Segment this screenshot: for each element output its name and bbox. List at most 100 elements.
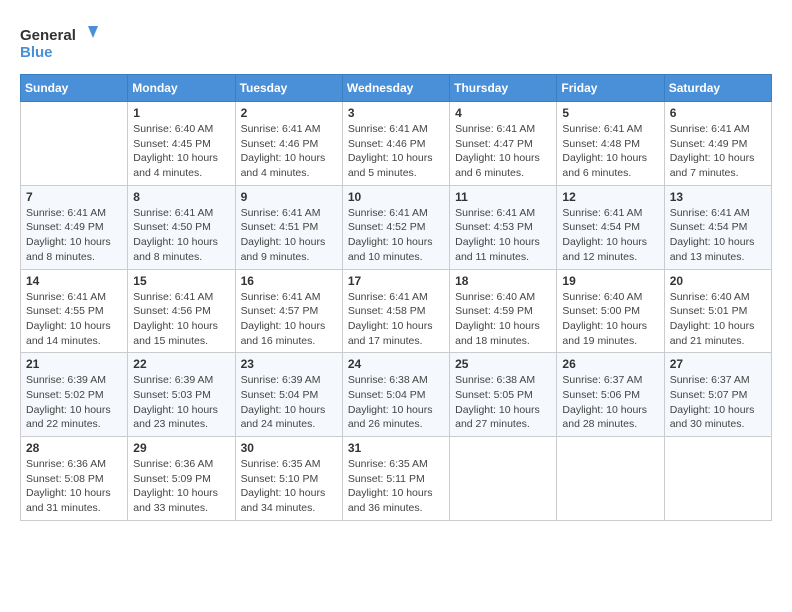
day-number: 30: [241, 441, 337, 455]
calendar-week-row: 28 Sunrise: 6:36 AMSunset: 5:08 PMDayligh…: [21, 437, 772, 521]
day-number: 26: [562, 357, 658, 371]
calendar-cell: 12 Sunrise: 6:41 AMSunset: 4:54 PMDayligh…: [557, 185, 664, 269]
calendar-cell: 1 Sunrise: 6:40 AMSunset: 4:45 PMDaylight…: [128, 102, 235, 186]
day-info: Sunrise: 6:35 AMSunset: 5:10 PMDaylight:…: [241, 457, 337, 516]
day-number: 6: [670, 106, 766, 120]
day-number: 17: [348, 274, 444, 288]
day-info: Sunrise: 6:37 AMSunset: 5:06 PMDaylight:…: [562, 373, 658, 432]
day-info: Sunrise: 6:41 AMSunset: 4:57 PMDaylight:…: [241, 290, 337, 349]
calendar-cell: 19 Sunrise: 6:40 AMSunset: 5:00 PMDayligh…: [557, 269, 664, 353]
calendar-cell: 3 Sunrise: 6:41 AMSunset: 4:46 PMDaylight…: [342, 102, 449, 186]
calendar-cell: 17 Sunrise: 6:41 AMSunset: 4:58 PMDayligh…: [342, 269, 449, 353]
day-number: 4: [455, 106, 551, 120]
day-number: 25: [455, 357, 551, 371]
day-info: Sunrise: 6:40 AMSunset: 5:01 PMDaylight:…: [670, 290, 766, 349]
day-number: 1: [133, 106, 229, 120]
calendar-cell: 24 Sunrise: 6:38 AMSunset: 5:04 PMDayligh…: [342, 353, 449, 437]
day-number: 3: [348, 106, 444, 120]
day-number: 27: [670, 357, 766, 371]
day-info: Sunrise: 6:40 AMSunset: 4:45 PMDaylight:…: [133, 122, 229, 181]
logo: General Blue: [20, 20, 100, 64]
day-number: 18: [455, 274, 551, 288]
calendar-cell: 14 Sunrise: 6:41 AMSunset: 4:55 PMDayligh…: [21, 269, 128, 353]
day-info: Sunrise: 6:41 AMSunset: 4:58 PMDaylight:…: [348, 290, 444, 349]
calendar-cell: 29Sunrise: 6:36 AMSunset: 5:09 PMDayligh…: [128, 437, 235, 521]
day-info: Sunrise: 6:38 AMSunset: 5:05 PMDaylight:…: [455, 373, 551, 432]
day-info: Sunrise: 6:41 AMSunset: 4:47 PMDaylight:…: [455, 122, 551, 181]
calendar-cell: [664, 437, 771, 521]
day-info: Sunrise: 6:40 AMSunset: 5:00 PMDaylight:…: [562, 290, 658, 349]
calendar-cell: 8 Sunrise: 6:41 AMSunset: 4:50 PMDaylight…: [128, 185, 235, 269]
day-number: 19: [562, 274, 658, 288]
day-number: 23: [241, 357, 337, 371]
calendar-cell: 30 Sunrise: 6:35 AMSunset: 5:10 PMDayligh…: [235, 437, 342, 521]
calendar-cell: 4 Sunrise: 6:41 AMSunset: 4:47 PMDaylight…: [450, 102, 557, 186]
calendar-cell: 31 Sunrise: 6:35 AMSunset: 5:11 PMDayligh…: [342, 437, 449, 521]
day-info: Sunrise: 6:41 AMSunset: 4:46 PMDaylight:…: [241, 122, 337, 181]
weekday-header: Saturday: [664, 75, 771, 102]
weekday-header: Monday: [128, 75, 235, 102]
weekday-header: Sunday: [21, 75, 128, 102]
calendar-cell: 21Sunrise: 6:39 AMSunset: 5:02 PMDayligh…: [21, 353, 128, 437]
calendar-cell: 26 Sunrise: 6:37 AMSunset: 5:06 PMDayligh…: [557, 353, 664, 437]
day-number: 13: [670, 190, 766, 204]
svg-text:Blue: Blue: [20, 44, 53, 61]
day-number: 2: [241, 106, 337, 120]
day-info: Sunrise: 6:39 AMSunset: 5:03 PMDaylight:…: [133, 373, 229, 432]
day-number: 20: [670, 274, 766, 288]
calendar-week-row: 7 Sunrise: 6:41 AMSunset: 4:49 PMDaylight…: [21, 185, 772, 269]
day-info: Sunrise: 6:39 AMSunset: 5:02 PMDaylight:…: [26, 373, 122, 432]
day-number: 9: [241, 190, 337, 204]
weekday-header: Friday: [557, 75, 664, 102]
calendar-cell: 15 Sunrise: 6:41 AMSunset: 4:56 PMDayligh…: [128, 269, 235, 353]
calendar-cell: [557, 437, 664, 521]
day-info: Sunrise: 6:41 AMSunset: 4:54 PMDaylight:…: [562, 206, 658, 265]
day-number: 28: [26, 441, 122, 455]
day-info: Sunrise: 6:41 AMSunset: 4:51 PMDaylight:…: [241, 206, 337, 265]
day-info: Sunrise: 6:41 AMSunset: 4:53 PMDaylight:…: [455, 206, 551, 265]
day-info: Sunrise: 6:41 AMSunset: 4:49 PMDaylight:…: [26, 206, 122, 265]
day-number: 5: [562, 106, 658, 120]
day-number: 10: [348, 190, 444, 204]
day-info: Sunrise: 6:36 AMSunset: 5:08 PMDaylight:…: [26, 457, 122, 516]
calendar-cell: 10 Sunrise: 6:41 AMSunset: 4:52 PMDayligh…: [342, 185, 449, 269]
day-info: Sunrise: 6:38 AMSunset: 5:04 PMDaylight:…: [348, 373, 444, 432]
calendar-cell: 13Sunrise: 6:41 AMSunset: 4:54 PMDayligh…: [664, 185, 771, 269]
day-info: Sunrise: 6:36 AMSunset: 5:09 PMDaylight:…: [133, 457, 229, 516]
day-number: 8: [133, 190, 229, 204]
day-number: 12: [562, 190, 658, 204]
calendar-cell: [450, 437, 557, 521]
calendar-cell: [21, 102, 128, 186]
calendar-body: 1 Sunrise: 6:40 AMSunset: 4:45 PMDaylight…: [21, 102, 772, 521]
day-info: Sunrise: 6:41 AMSunset: 4:46 PMDaylight:…: [348, 122, 444, 181]
day-number: 16: [241, 274, 337, 288]
day-info: Sunrise: 6:41 AMSunset: 4:52 PMDaylight:…: [348, 206, 444, 265]
calendar-cell: 11 Sunrise: 6:41 AMSunset: 4:53 PMDayligh…: [450, 185, 557, 269]
calendar-cell: 18Sunrise: 6:40 AMSunset: 4:59 PMDayligh…: [450, 269, 557, 353]
weekday-header-row: SundayMondayTuesdayWednesdayThursdayFrid…: [21, 75, 772, 102]
svg-text:General: General: [20, 27, 76, 44]
logo-svg: General Blue: [20, 20, 100, 64]
day-number: 11: [455, 190, 551, 204]
calendar-cell: 20 Sunrise: 6:40 AMSunset: 5:01 PMDayligh…: [664, 269, 771, 353]
calendar-week-row: 1 Sunrise: 6:40 AMSunset: 4:45 PMDaylight…: [21, 102, 772, 186]
day-number: 14: [26, 274, 122, 288]
page-header: General Blue: [20, 20, 772, 64]
calendar-week-row: 21Sunrise: 6:39 AMSunset: 5:02 PMDayligh…: [21, 353, 772, 437]
calendar-cell: 25 Sunrise: 6:38 AMSunset: 5:05 PMDayligh…: [450, 353, 557, 437]
weekday-header: Thursday: [450, 75, 557, 102]
calendar: SundayMondayTuesdayWednesdayThursdayFrid…: [20, 74, 772, 521]
calendar-cell: 16 Sunrise: 6:41 AMSunset: 4:57 PMDayligh…: [235, 269, 342, 353]
day-info: Sunrise: 6:35 AMSunset: 5:11 PMDaylight:…: [348, 457, 444, 516]
calendar-cell: 9 Sunrise: 6:41 AMSunset: 4:51 PMDaylight…: [235, 185, 342, 269]
weekday-header: Tuesday: [235, 75, 342, 102]
calendar-cell: 6Sunrise: 6:41 AMSunset: 4:49 PMDaylight…: [664, 102, 771, 186]
day-info: Sunrise: 6:41 AMSunset: 4:55 PMDaylight:…: [26, 290, 122, 349]
day-number: 7: [26, 190, 122, 204]
day-number: 31: [348, 441, 444, 455]
day-info: Sunrise: 6:41 AMSunset: 4:50 PMDaylight:…: [133, 206, 229, 265]
day-number: 15: [133, 274, 229, 288]
day-info: Sunrise: 6:41 AMSunset: 4:56 PMDaylight:…: [133, 290, 229, 349]
day-number: 24: [348, 357, 444, 371]
calendar-cell: 7 Sunrise: 6:41 AMSunset: 4:49 PMDaylight…: [21, 185, 128, 269]
